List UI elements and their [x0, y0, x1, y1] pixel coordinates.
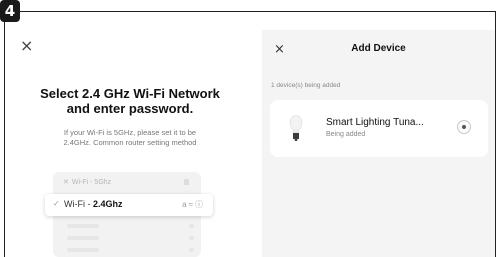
- placeholder-row: [67, 236, 99, 240]
- placeholder-row: [67, 224, 99, 228]
- lock-icon: [184, 179, 189, 185]
- wifi-network-5ghz[interactable]: ✕ Wi-Fi - 5Ghz: [63, 178, 111, 186]
- network-prefix: Wi-Fi -: [64, 199, 93, 209]
- loading-spinner-icon: [457, 120, 471, 134]
- frame-right-border: [495, 11, 496, 257]
- x-icon: ✕: [63, 179, 69, 186]
- devices-count-label: 1 device(s) being added: [271, 82, 341, 89]
- step-number-badge: 4: [0, 0, 20, 22]
- help-line-2: 2.4GHz. Common router setting method: [63, 138, 197, 147]
- frame-top-border: [12, 11, 496, 12]
- add-device-screen: × Add Device 1 device(s) being added Sma…: [262, 30, 495, 257]
- device-status: Being added: [326, 131, 366, 138]
- network-status-icons: a≈ⓘ: [182, 199, 205, 210]
- help-line-1: If your Wi-Fi is 5GHz, please set it to …: [63, 128, 197, 137]
- network-name: Wi-Fi - 2.4Ghz: [64, 199, 123, 209]
- placeholder-icon: [189, 224, 194, 228]
- page-title: Select 2.4 GHz Wi-Fi Network and enter p…: [5, 86, 255, 116]
- close-icon[interactable]: ×: [20, 38, 33, 54]
- wifi-help-text: If your Wi-Fi is 5GHz, please set it to …: [25, 128, 235, 148]
- network-name: Wi-Fi - 5Ghz: [71, 179, 112, 186]
- placeholder-row: [67, 248, 99, 252]
- title-line-1: Select 2.4 GHz Wi-Fi Network: [40, 86, 220, 101]
- wifi-select-screen: × Select 2.4 GHz Wi-Fi Network and enter…: [5, 30, 255, 257]
- network-band: 2.4Ghz: [93, 199, 123, 209]
- device-name: Smart Lighting Tuna...: [326, 117, 424, 128]
- spinner-dot: [462, 125, 466, 129]
- device-card[interactable]: Smart Lighting Tuna... Being added: [270, 100, 488, 157]
- page-title: Add Device: [351, 43, 406, 54]
- placeholder-icon: [189, 248, 194, 252]
- wifi-network-2-4ghz[interactable]: ✓ Wi-Fi - 2.4Ghz a≈ⓘ: [45, 194, 213, 216]
- check-icon: ✓: [53, 199, 60, 208]
- info-icon[interactable]: ⓘ: [195, 200, 205, 209]
- title-line-2: and enter password.: [66, 101, 194, 116]
- bulb-icon: [289, 115, 303, 141]
- placeholder-icon: [189, 236, 194, 240]
